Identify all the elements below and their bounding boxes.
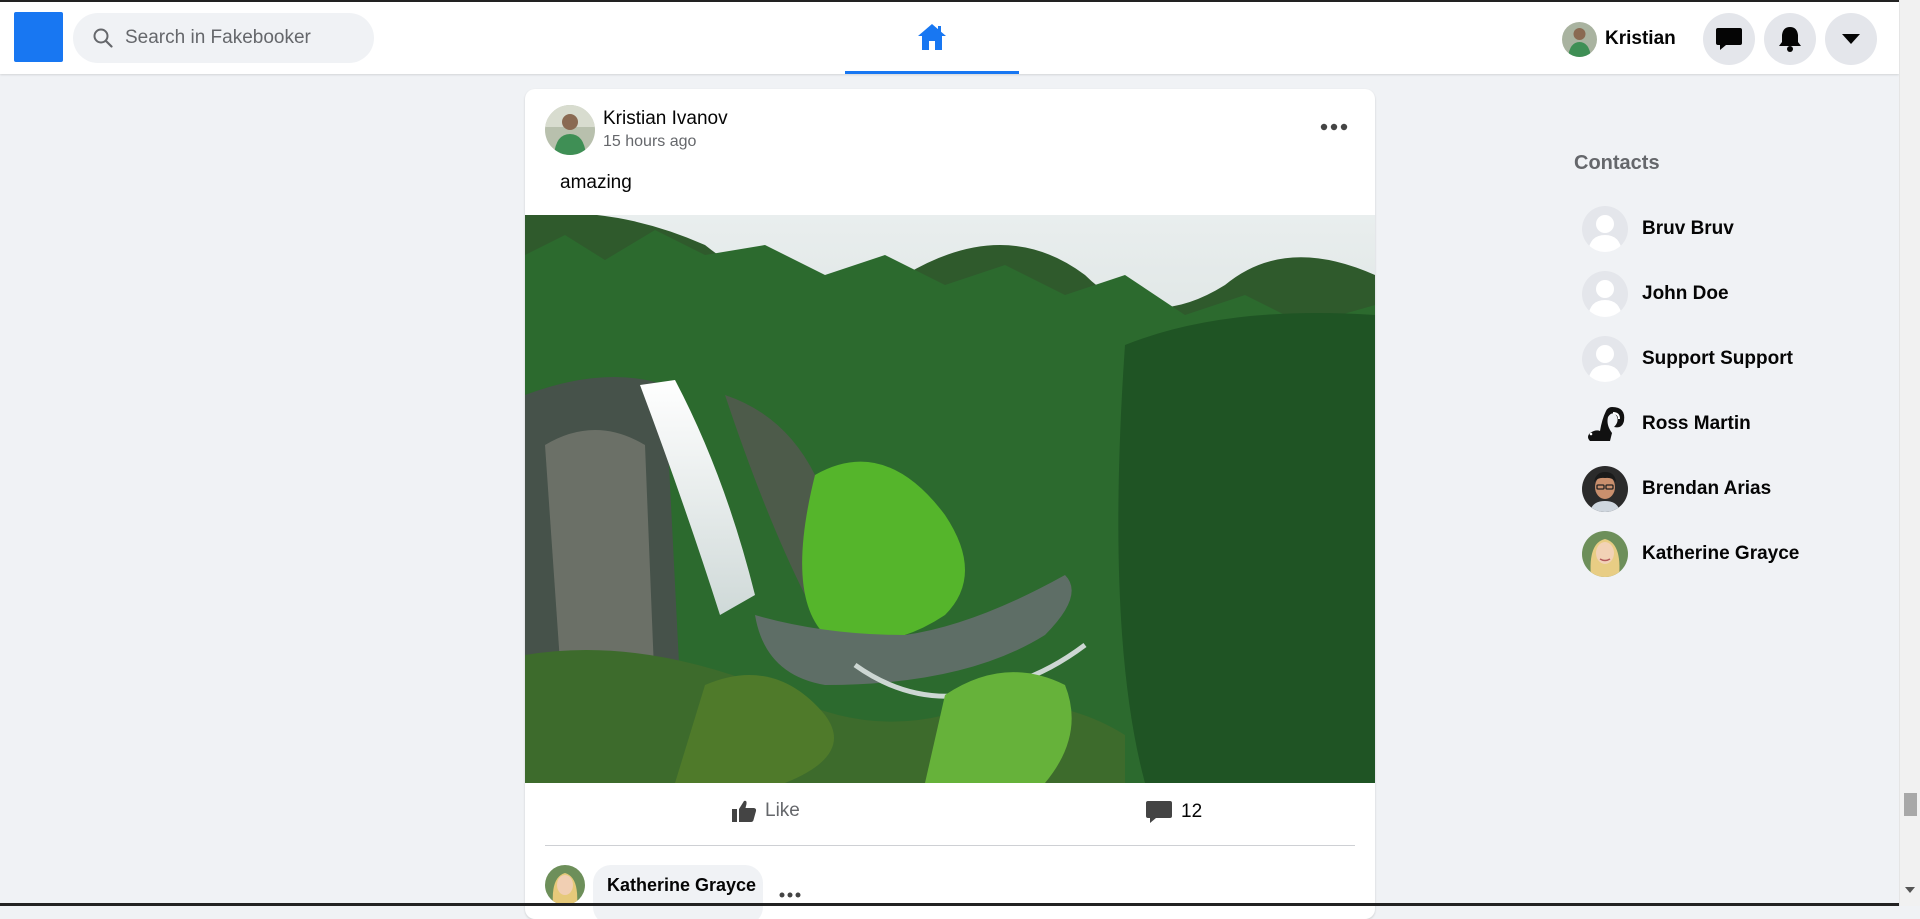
post-text: amazing	[560, 172, 632, 193]
page-scrollbar[interactable]	[1899, 0, 1920, 906]
man-photo-avatar	[1582, 466, 1628, 512]
post-card: Kristian Ivanov 15 hours ago amazing Lik…	[525, 89, 1375, 919]
home-icon	[918, 23, 946, 50]
contact-name: Katherine Grayce	[1642, 543, 1800, 564]
account-menu-button[interactable]	[1825, 13, 1877, 65]
post-author-avatar[interactable]	[545, 105, 595, 155]
default-avatar-icon	[1582, 206, 1628, 252]
default-avatar-icon	[1582, 336, 1628, 382]
woman-photo-avatar	[1582, 531, 1628, 577]
logo-icon[interactable]	[14, 12, 63, 62]
contact-name: Ross Martin	[1642, 413, 1751, 434]
bell-icon	[1779, 27, 1801, 52]
post-timestamp: 15 hours ago	[603, 133, 697, 150]
post-actions: Like 12	[545, 783, 1355, 846]
like-label: Like	[765, 800, 800, 821]
post-options-button[interactable]	[1312, 109, 1356, 145]
skunk-icon	[1582, 401, 1628, 447]
notifications-button[interactable]	[1764, 13, 1816, 65]
comment-icon	[1146, 801, 1172, 823]
post-image[interactable]	[525, 215, 1375, 783]
contact-item[interactable]: Katherine Grayce	[1582, 529, 1799, 579]
thumbs-up-icon	[732, 800, 757, 822]
search-input[interactable]	[123, 26, 357, 50]
search-icon	[93, 28, 113, 48]
scroll-down-arrow-icon[interactable]	[1904, 886, 1916, 894]
contact-item[interactable]: Ross Martin	[1582, 399, 1751, 449]
comment-options-button[interactable]	[779, 885, 801, 903]
comment-author-name[interactable]: Katherine Grayce	[607, 875, 756, 896]
comments-button[interactable]: 12	[1145, 799, 1202, 825]
profile-name: Kristian	[1605, 28, 1676, 49]
more-horizontal-icon	[779, 892, 801, 898]
contact-name: Brendan Arias	[1642, 478, 1772, 499]
post-author-name[interactable]: Kristian Ivanov	[603, 108, 728, 130]
profile-avatar	[1562, 21, 1597, 57]
like-button[interactable]: Like	[731, 799, 800, 823]
more-horizontal-icon	[1320, 123, 1348, 131]
profile-chip[interactable]: Kristian	[1562, 20, 1676, 58]
search-box[interactable]	[73, 13, 374, 63]
contact-item[interactable]: John Doe	[1582, 269, 1729, 319]
contact-name: John Doe	[1642, 283, 1729, 304]
contact-name: Bruv Bruv	[1642, 218, 1734, 239]
default-avatar-icon	[1582, 271, 1628, 317]
top-navigation-bar: Kristian	[0, 0, 1899, 74]
scrollbar-thumb[interactable]	[1904, 793, 1917, 816]
comment-bubble: Katherine Grayce	[593, 865, 763, 919]
contact-item[interactable]: Support Support	[1582, 334, 1793, 384]
comment-preview: Katherine Grayce	[545, 865, 1355, 919]
contact-item[interactable]: Brendan Arias	[1582, 464, 1771, 514]
comment-author-avatar[interactable]	[545, 865, 585, 905]
comment-count: 12	[1181, 801, 1203, 822]
messenger-button[interactable]	[1703, 13, 1755, 65]
tab-home[interactable]	[845, 2, 1019, 74]
contacts-heading: Contacts	[1574, 152, 1660, 174]
contact-item[interactable]: Bruv Bruv	[1582, 204, 1734, 254]
messenger-icon	[1716, 28, 1742, 50]
contact-name: Support Support	[1642, 348, 1793, 369]
caret-down-icon	[1842, 34, 1860, 44]
